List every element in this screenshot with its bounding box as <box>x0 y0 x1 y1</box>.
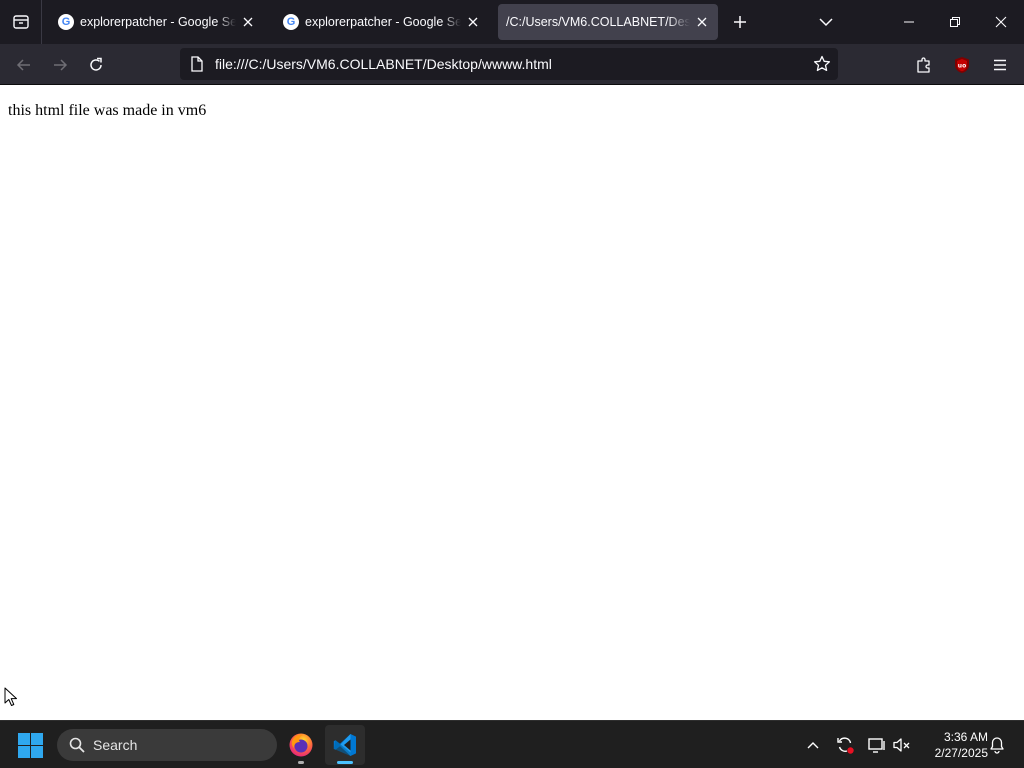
ublock-origin-button[interactable]: uo <box>947 50 977 80</box>
tab-google-search-1[interactable]: G explorerpatcher - Google Search <box>50 4 264 40</box>
url-bar[interactable]: file:///C:/Users/VM6.COLLABNET/Desktop/w… <box>180 48 838 80</box>
restore-button[interactable] <box>932 0 978 44</box>
tab-local-file[interactable]: /C:/Users/VM6.COLLABNET/Desktop/wwww.htm… <box>498 4 718 40</box>
navigation-toolbar: file:///C:/Users/VM6.COLLABNET/Desktop/w… <box>0 44 1024 85</box>
close-icon[interactable] <box>465 14 481 30</box>
plus-icon <box>734 16 746 28</box>
arrow-right-icon <box>54 59 68 71</box>
page-content: this html file was made in vm6 <box>0 86 1024 720</box>
speaker-muted-icon <box>893 738 910 752</box>
minimize-button[interactable] <box>886 0 932 44</box>
tray-sync-status[interactable] <box>833 733 857 757</box>
forward-button[interactable] <box>45 50 75 80</box>
app-menu-button[interactable] <box>985 50 1015 80</box>
tab-title: explorerpatcher - Google Search <box>80 15 236 29</box>
taskbar-app-firefox[interactable] <box>281 725 321 765</box>
chevron-down-icon <box>819 18 833 27</box>
list-all-tabs-button[interactable] <box>812 8 840 36</box>
start-button[interactable] <box>18 733 44 759</box>
bell-icon <box>990 737 1004 754</box>
network-monitor-icon <box>868 738 885 753</box>
clock-time: 3:36 AM <box>943 730 988 744</box>
tab-title: /C:/Users/VM6.COLLABNET/Desktop/wwww.htm… <box>506 15 690 29</box>
puzzle-icon <box>917 57 930 73</box>
close-window-button[interactable] <box>978 0 1024 44</box>
tab-google-search-2[interactable]: G explorerpatcher - Google Search <box>275 4 489 40</box>
url-text: file:///C:/Users/VM6.COLLABNET/Desktop/w… <box>215 56 552 72</box>
close-icon[interactable] <box>694 14 710 30</box>
taskbar: Search 3:36 AM 2/27/2025 <box>0 720 1024 768</box>
firefox-icon <box>289 733 313 757</box>
vscode-icon <box>333 734 356 756</box>
google-g-icon: G <box>58 14 74 30</box>
page-icon <box>191 56 203 72</box>
new-tab-button[interactable] <box>726 8 754 36</box>
tab-strip: G explorerpatcher - Google Search G expl… <box>0 0 1024 44</box>
arrow-left-icon <box>16 59 30 71</box>
taskbar-search-box[interactable]: Search <box>57 729 277 761</box>
firefox-view-button[interactable] <box>0 0 42 44</box>
windows-logo-icon <box>18 733 30 745</box>
star-icon <box>813 55 831 72</box>
firefox-view-icon <box>12 15 29 29</box>
reload-button[interactable] <box>81 50 111 80</box>
mouse-cursor-icon <box>4 687 17 706</box>
ublock-origin-icon: uo <box>955 57 969 73</box>
chevron-up-icon <box>807 742 819 749</box>
back-button[interactable] <box>9 50 39 80</box>
search-label: Search <box>93 737 138 753</box>
show-hidden-icons-button[interactable] <box>801 733 825 757</box>
taskbar-app-vscode[interactable] <box>325 725 365 765</box>
google-g-icon: G <box>283 14 299 30</box>
notifications-button[interactable] <box>985 733 1009 757</box>
tray-network-status[interactable] <box>865 733 889 757</box>
bookmark-star-button[interactable] <box>812 54 832 74</box>
taskbar-clock[interactable]: 3:36 AM 2/27/2025 <box>918 729 988 761</box>
search-icon <box>69 737 85 753</box>
sync-alert-icon <box>837 737 854 754</box>
tray-volume-muted[interactable] <box>890 733 914 757</box>
restore-icon <box>950 17 960 27</box>
running-indicator <box>298 761 304 764</box>
close-icon <box>995 16 1007 28</box>
reload-icon <box>90 57 102 71</box>
hamburger-menu-icon <box>994 59 1006 71</box>
svg-text:uo: uo <box>958 63 966 70</box>
close-icon[interactable] <box>240 14 256 30</box>
active-app-indicator <box>337 761 353 764</box>
minimize-icon <box>904 21 914 23</box>
tab-title: explorerpatcher - Google Search <box>305 15 461 29</box>
clock-date: 2/27/2025 <box>934 746 988 760</box>
page-body-text: this html file was made in vm6 <box>8 102 207 119</box>
extensions-button[interactable] <box>909 50 939 80</box>
